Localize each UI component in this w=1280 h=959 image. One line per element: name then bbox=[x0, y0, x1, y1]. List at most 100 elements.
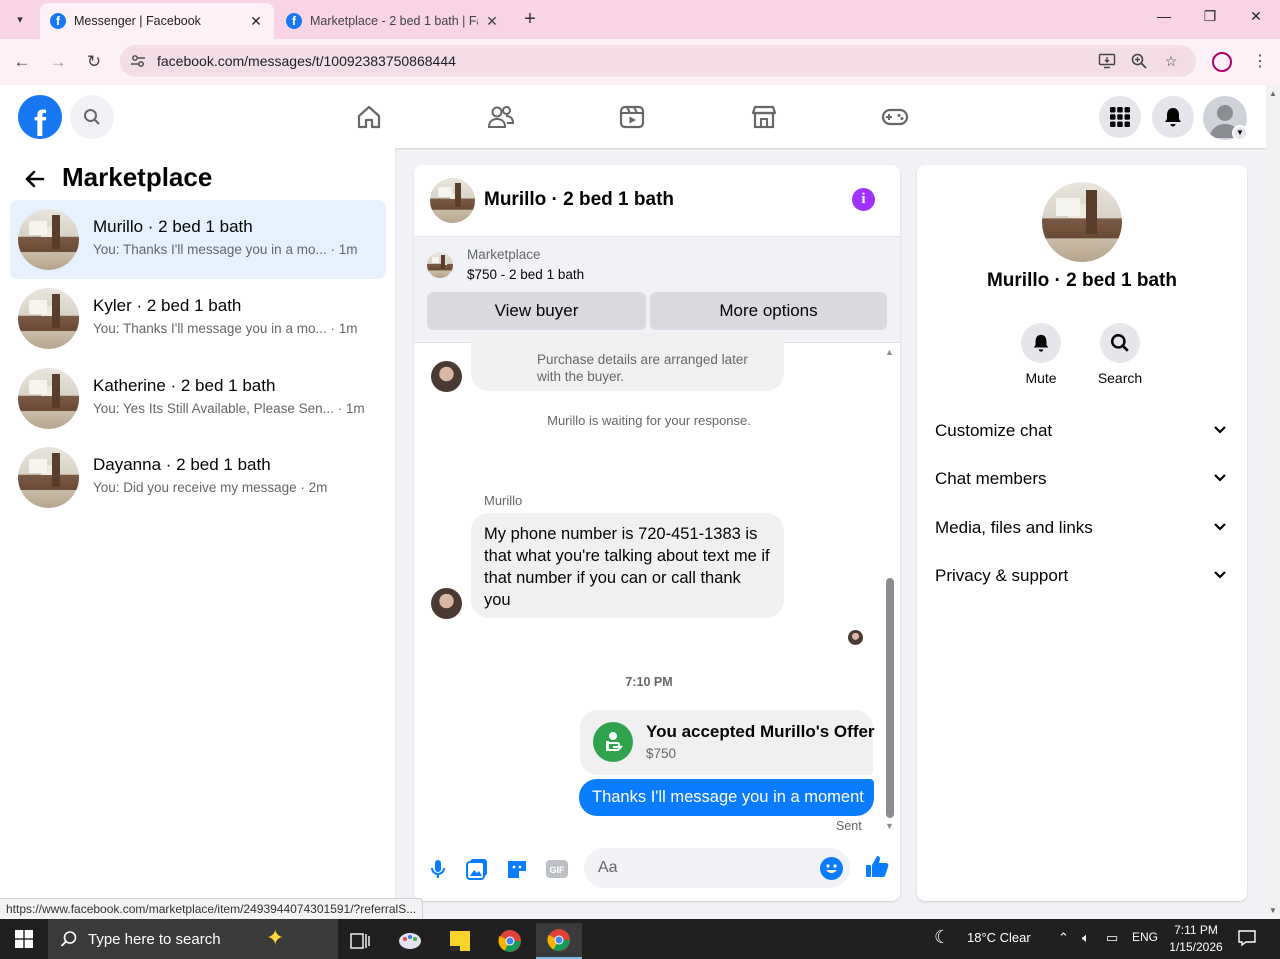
windows-start-icon[interactable] bbox=[0, 919, 48, 959]
photo-icon[interactable] bbox=[465, 857, 489, 881]
back-arrow-icon[interactable] bbox=[22, 166, 48, 192]
menu-grid-icon[interactable] bbox=[1099, 96, 1141, 138]
tab-search-icon[interactable]: ▾ bbox=[8, 8, 32, 30]
weather-text[interactable]: 18°C Clear bbox=[967, 930, 1031, 945]
sticky-notes-icon[interactable] bbox=[440, 923, 480, 959]
scroll-down-arrow-icon[interactable]: ▼ bbox=[885, 821, 894, 831]
message-bubble-received[interactable]: My phone number is 720-451-1383 is that … bbox=[471, 513, 784, 618]
restore-button[interactable]: ❐ bbox=[1198, 8, 1222, 25]
conversation-item-dayanna[interactable]: Dayanna · 2 bed 1 bath You: Did you rece… bbox=[10, 438, 386, 517]
tab-messenger[interactable]: f Messenger | Facebook ✕ bbox=[40, 3, 274, 39]
close-window-button[interactable]: ✕ bbox=[1244, 8, 1268, 25]
scroll-down-arrow-icon[interactable]: ▼ bbox=[1269, 906, 1277, 915]
chat-scrollbar[interactable]: ▲ ▼ bbox=[884, 343, 898, 835]
tray-chevron-up-icon[interactable]: ⌃ bbox=[1058, 930, 1069, 946]
search-icon bbox=[60, 931, 77, 947]
volume-icon[interactable]: 🔈︎ bbox=[1082, 930, 1090, 946]
chat-details-panel: Murillo · 2 bed 1 bath Mute Search Custo… bbox=[917, 165, 1247, 901]
chat-thumbnail[interactable] bbox=[430, 178, 475, 223]
scroll-up-arrow-icon[interactable]: ▲ bbox=[1269, 89, 1277, 98]
browser-menu-icon[interactable]: ⋮ bbox=[1252, 51, 1268, 71]
back-button[interactable]: ← bbox=[10, 51, 34, 73]
gaming-icon[interactable] bbox=[881, 103, 909, 131]
conversation-item-murillo[interactable]: Murillo · 2 bed 1 bath You: Thanks I'll … bbox=[10, 200, 386, 279]
offer-title: You accepted Murillo's Offer bbox=[646, 722, 875, 741]
section-label: Media, files and links bbox=[935, 518, 1093, 537]
sender-avatar[interactable] bbox=[431, 588, 462, 619]
conversation-name: Katherine · 2 bed 1 bath bbox=[93, 376, 276, 395]
notifications-bell-icon[interactable] bbox=[1152, 96, 1194, 138]
chrome-app-icon[interactable] bbox=[490, 923, 530, 959]
conversation-preview: You: Thanks I'll message you in a mo... … bbox=[93, 242, 358, 257]
new-tab-button[interactable]: + bbox=[520, 8, 540, 30]
thumbs-up-icon[interactable] bbox=[864, 854, 889, 878]
bookmark-star-icon[interactable]: ☆ bbox=[1162, 52, 1180, 70]
facebook-favicon-icon: f bbox=[286, 13, 302, 29]
install-app-icon[interactable] bbox=[1098, 52, 1116, 70]
account-chevron-down-icon[interactable]: ▼ bbox=[1232, 125, 1248, 141]
taskbar-clock[interactable]: 7:11 PM 1/15/2026 bbox=[1168, 922, 1224, 956]
listing-price[interactable]: $750 - 2 bed 1 bath bbox=[467, 267, 584, 282]
media-files-links-section[interactable]: Media, files and links bbox=[935, 518, 1235, 554]
network-icon[interactable]: ▭ bbox=[1106, 930, 1118, 946]
notification-center-icon[interactable] bbox=[1238, 929, 1256, 950]
page-scrollbar[interactable]: ▲ ▼ bbox=[1266, 85, 1280, 919]
offer-accepted-bubble[interactable]: You accepted Murillo's Offer $750 bbox=[580, 710, 875, 775]
more-options-button[interactable]: More options bbox=[650, 292, 887, 330]
reload-button[interactable]: ↻ bbox=[82, 51, 106, 73]
chat-header: Murillo · 2 bed 1 bath i bbox=[414, 165, 900, 237]
search-icon bbox=[1100, 323, 1140, 363]
facebook-logo-icon[interactable]: f bbox=[18, 95, 62, 139]
mute-button[interactable]: Mute bbox=[1011, 323, 1071, 386]
close-tab-icon[interactable]: ✕ bbox=[248, 13, 264, 30]
language-indicator[interactable]: ENG bbox=[1132, 930, 1158, 944]
taskbar-search-box[interactable]: Type here to search ✦ bbox=[48, 919, 338, 959]
message-input[interactable] bbox=[584, 848, 850, 888]
listing-photo[interactable] bbox=[1042, 182, 1122, 262]
paint-app-icon[interactable] bbox=[390, 923, 430, 959]
facebook-header: f ▼ bbox=[0, 85, 1266, 148]
facebook-favicon-icon: f bbox=[50, 13, 66, 29]
site-settings-icon[interactable] bbox=[130, 53, 146, 69]
sticker-icon[interactable] bbox=[505, 857, 529, 881]
minimize-button[interactable]: — bbox=[1152, 8, 1176, 24]
privacy-support-section[interactable]: Privacy & support bbox=[935, 566, 1235, 602]
weather-moon-icon[interactable]: ☾ bbox=[934, 927, 950, 948]
clock-time: 7:11 PM bbox=[1174, 923, 1218, 937]
chat-title[interactable]: Murillo · 2 bed 1 bath bbox=[484, 189, 674, 211]
close-tab-icon[interactable]: ✕ bbox=[484, 13, 500, 30]
video-icon[interactable] bbox=[618, 103, 646, 131]
conversation-name: Kyler · 2 bed 1 bath bbox=[93, 296, 242, 315]
sent-status: Sent bbox=[836, 819, 862, 833]
zoom-icon[interactable] bbox=[1130, 52, 1148, 70]
listing-thumbnail[interactable] bbox=[427, 252, 453, 278]
info-icon[interactable]: i bbox=[852, 188, 875, 211]
marketplace-icon[interactable] bbox=[750, 103, 778, 131]
task-view-icon[interactable] bbox=[340, 923, 380, 959]
customize-chat-section[interactable]: Customize chat bbox=[935, 421, 1235, 457]
scroll-up-arrow-icon[interactable]: ▲ bbox=[885, 347, 894, 357]
view-buyer-button[interactable]: View buyer bbox=[427, 292, 646, 330]
chrome-active-window-icon[interactable] bbox=[536, 923, 582, 959]
search-in-chat-button[interactable]: Search bbox=[1090, 323, 1150, 386]
forward-button[interactable]: → bbox=[46, 51, 70, 73]
search-button[interactable] bbox=[70, 95, 114, 139]
offer-price: $750 bbox=[646, 746, 677, 761]
conversation-item-kyler[interactable]: Kyler · 2 bed 1 bath You: Thanks I'll me… bbox=[10, 279, 386, 358]
tab-marketplace[interactable]: f Marketplace - 2 bed 1 bath | Fa ✕ bbox=[276, 3, 510, 39]
gif-icon[interactable]: GIF bbox=[545, 857, 569, 881]
microphone-icon[interactable] bbox=[426, 857, 450, 881]
conversation-item-katherine[interactable]: Katherine · 2 bed 1 bath You: Yes Its St… bbox=[10, 359, 386, 438]
sender-avatar[interactable] bbox=[431, 361, 462, 392]
message-bubble-sent[interactable]: Thanks I'll message you in a moment bbox=[579, 779, 874, 816]
emoji-icon[interactable] bbox=[820, 857, 843, 880]
chat-members-section[interactable]: Chat members bbox=[935, 469, 1235, 505]
chevron-down-icon bbox=[1214, 474, 1226, 482]
home-icon[interactable] bbox=[355, 103, 383, 131]
scrollbar-thumb[interactable] bbox=[886, 578, 894, 818]
conversation-preview: You: Thanks I'll message you in a mo... … bbox=[93, 321, 358, 336]
browser-profile-icon[interactable] bbox=[1212, 52, 1232, 72]
friends-icon[interactable] bbox=[487, 103, 515, 131]
message-list: Purchase details are arranged later with… bbox=[414, 333, 900, 835]
address-bar[interactable]: facebook.com/messages/t/1009238375086844… bbox=[120, 45, 1196, 77]
